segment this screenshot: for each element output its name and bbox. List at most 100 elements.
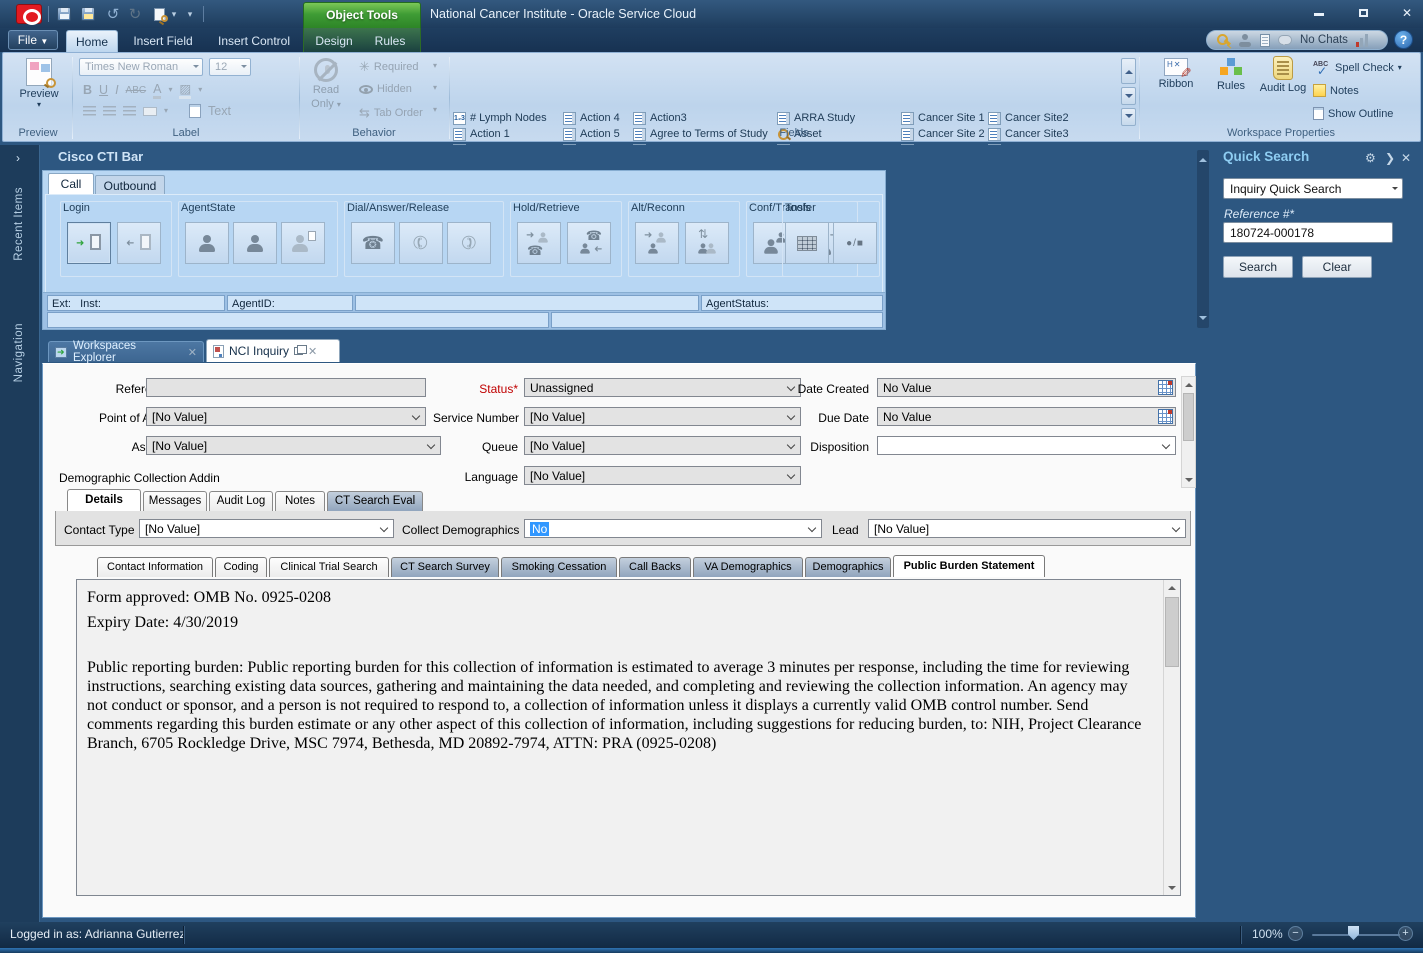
fields-scroll-page-button[interactable] [1121, 108, 1136, 126]
font-name-combo[interactable]: Times New Roman [79, 58, 203, 76]
maximize-button[interactable] [1350, 6, 1376, 22]
field-item[interactable]: Cancer Site2 [988, 110, 1120, 126]
tab-details[interactable]: Details [67, 489, 141, 511]
tab-workspaces-explorer[interactable]: Workspaces Explorer ✕ [48, 341, 204, 362]
required-button[interactable]: ✳Required [359, 61, 419, 73]
fields-scroll-down-button[interactable] [1121, 87, 1136, 105]
hidden-dropdown[interactable]: ▾ [433, 85, 437, 91]
required-dropdown[interactable]: ▾ [433, 63, 437, 69]
close-button[interactable]: ✕ [1394, 6, 1420, 22]
cti-alternate-button[interactable]: ➜ [635, 222, 679, 264]
tab-ct-search-survey[interactable]: CT Search Survey [391, 557, 499, 577]
reference-input[interactable] [146, 378, 426, 397]
tab-demographics[interactable]: Demographics [805, 557, 891, 577]
font-color-button[interactable]: A [153, 82, 161, 99]
tab-order-button[interactable]: ⇆Tab Order [359, 105, 423, 121]
search-button[interactable]: Search [1223, 256, 1293, 278]
align-right-button[interactable] [123, 106, 136, 116]
tab-smoking-cessation[interactable]: Smoking Cessation [501, 557, 617, 577]
ribbon-properties-button[interactable]: Ribbon [1151, 58, 1201, 90]
tab-va-demographics[interactable]: VA Demographics [693, 557, 803, 577]
cti-reconnect-button[interactable]: ⇅ [685, 222, 729, 264]
tab-rules[interactable]: Rules [364, 30, 416, 52]
tab-home[interactable]: Home [66, 30, 118, 52]
align-center-button[interactable] [103, 106, 116, 116]
expand-sidebar-button[interactable]: › [16, 151, 20, 165]
font-size-combo[interactable]: 12 [209, 58, 251, 76]
cti-login-button[interactable]: ➜ [67, 222, 111, 264]
redo-button[interactable]: ↻ [125, 5, 145, 23]
report-icon[interactable] [1260, 34, 1270, 47]
form-scrollbar[interactable] [1181, 376, 1196, 488]
gear-icon[interactable]: ⚙ [1365, 151, 1376, 165]
cti-keypad-button[interactable] [785, 222, 829, 264]
chat-icon[interactable] [1278, 35, 1292, 45]
cti-dial-button[interactable]: ☎ [351, 222, 395, 264]
tab-audit-log[interactable]: Audit Log [209, 491, 273, 511]
zoom-out-button[interactable]: − [1288, 926, 1303, 941]
collect-demographics-combo[interactable]: No [524, 519, 822, 538]
tab-design[interactable]: Design [306, 30, 362, 52]
tab-contact-information[interactable]: Contact Information [97, 557, 213, 577]
cti-tab-outbound[interactable]: Outbound [95, 175, 165, 194]
tab-public-burden-statement[interactable]: Public Burden Statement [893, 555, 1045, 577]
scroll-down-button[interactable] [1164, 881, 1180, 895]
italic-button[interactable]: I [115, 83, 118, 97]
tab-notes[interactable]: Notes [275, 491, 325, 511]
undo-button[interactable]: ↺ [103, 5, 123, 23]
margin-button[interactable] [143, 107, 157, 116]
save-button[interactable] [54, 5, 74, 23]
bold-button[interactable]: B [83, 83, 92, 97]
date-created-field[interactable]: No Value [877, 378, 1176, 397]
scroll-thumb[interactable] [1183, 393, 1194, 441]
tab-insert-control[interactable]: Insert Control [206, 30, 302, 52]
service-number-combo[interactable]: [No Value] [524, 407, 801, 426]
calendar-icon[interactable] [1158, 409, 1173, 424]
sidebar-item-recent-items[interactable]: Recent Items [13, 187, 25, 261]
strikethrough-button[interactable]: ABC [126, 85, 147, 96]
close-tab-icon[interactable]: ✕ [188, 346, 197, 359]
scroll-thumb[interactable] [1165, 597, 1179, 667]
disposition-combo[interactable] [877, 436, 1176, 455]
field-item[interactable]: Action 4 [563, 110, 631, 126]
language-combo[interactable]: [No Value] [524, 466, 801, 485]
restore-tab-icon[interactable] [294, 347, 303, 355]
close-panel-icon[interactable]: ✕ [1401, 151, 1411, 165]
field-item[interactable]: Cancer Site 1 [901, 110, 989, 126]
workspace-scrollbar[interactable] [1197, 150, 1209, 328]
burden-scrollbar[interactable] [1163, 580, 1180, 895]
field-item[interactable]: Action3 [633, 110, 779, 126]
minimize-button[interactable] [1306, 6, 1332, 22]
assigned-combo[interactable]: [No Value] [146, 436, 441, 455]
queue-combo[interactable]: [No Value] [524, 436, 801, 455]
tab-insert-field[interactable]: Insert Field [122, 30, 204, 52]
scroll-down-button[interactable] [1182, 473, 1195, 487]
fields-scroll-up-button[interactable] [1121, 58, 1136, 84]
cti-agent-ready-button[interactable] [185, 222, 229, 264]
lead-combo[interactable]: [No Value] [868, 519, 1186, 538]
point-of-access-combo[interactable]: [No Value] [146, 407, 426, 426]
qat-preview-dropdown[interactable]: ▾ [169, 5, 179, 23]
help-button[interactable]: ? [1394, 30, 1413, 49]
hidden-button[interactable]: Hidden [359, 83, 412, 95]
cti-release-button[interactable]: ✆ [447, 222, 491, 264]
scroll-up-button[interactable] [1164, 580, 1180, 594]
tab-nci-inquiry[interactable]: NCI Inquiry ✕ [206, 339, 340, 362]
permissions-key-icon[interactable] [1217, 33, 1231, 47]
text-button[interactable]: Text [208, 104, 231, 118]
tab-messages[interactable]: Messages [143, 491, 207, 511]
tab-coding[interactable]: Coding [215, 557, 267, 577]
qat-customize-button[interactable]: ▾ [184, 5, 196, 23]
notes-button[interactable]: Notes [1313, 84, 1359, 97]
read-only-button[interactable]: Read Only ▾ [303, 58, 349, 110]
rules-button[interactable]: Rules [1207, 58, 1255, 92]
underline-button[interactable]: U [99, 83, 108, 97]
cti-agent-wrapup-button[interactable] [281, 222, 325, 264]
fill-color-button[interactable]: ▨ [179, 81, 191, 99]
chevron-right-icon[interactable]: ❯ [1385, 151, 1395, 165]
contact-type-combo[interactable]: [No Value] [139, 519, 394, 538]
preview-button[interactable]: Preview▾ [11, 58, 67, 108]
file-menu-button[interactable]: File ▼ [8, 30, 58, 50]
cti-hold-button[interactable]: ➜☎ [517, 222, 561, 264]
profile-icon[interactable] [1239, 34, 1252, 47]
